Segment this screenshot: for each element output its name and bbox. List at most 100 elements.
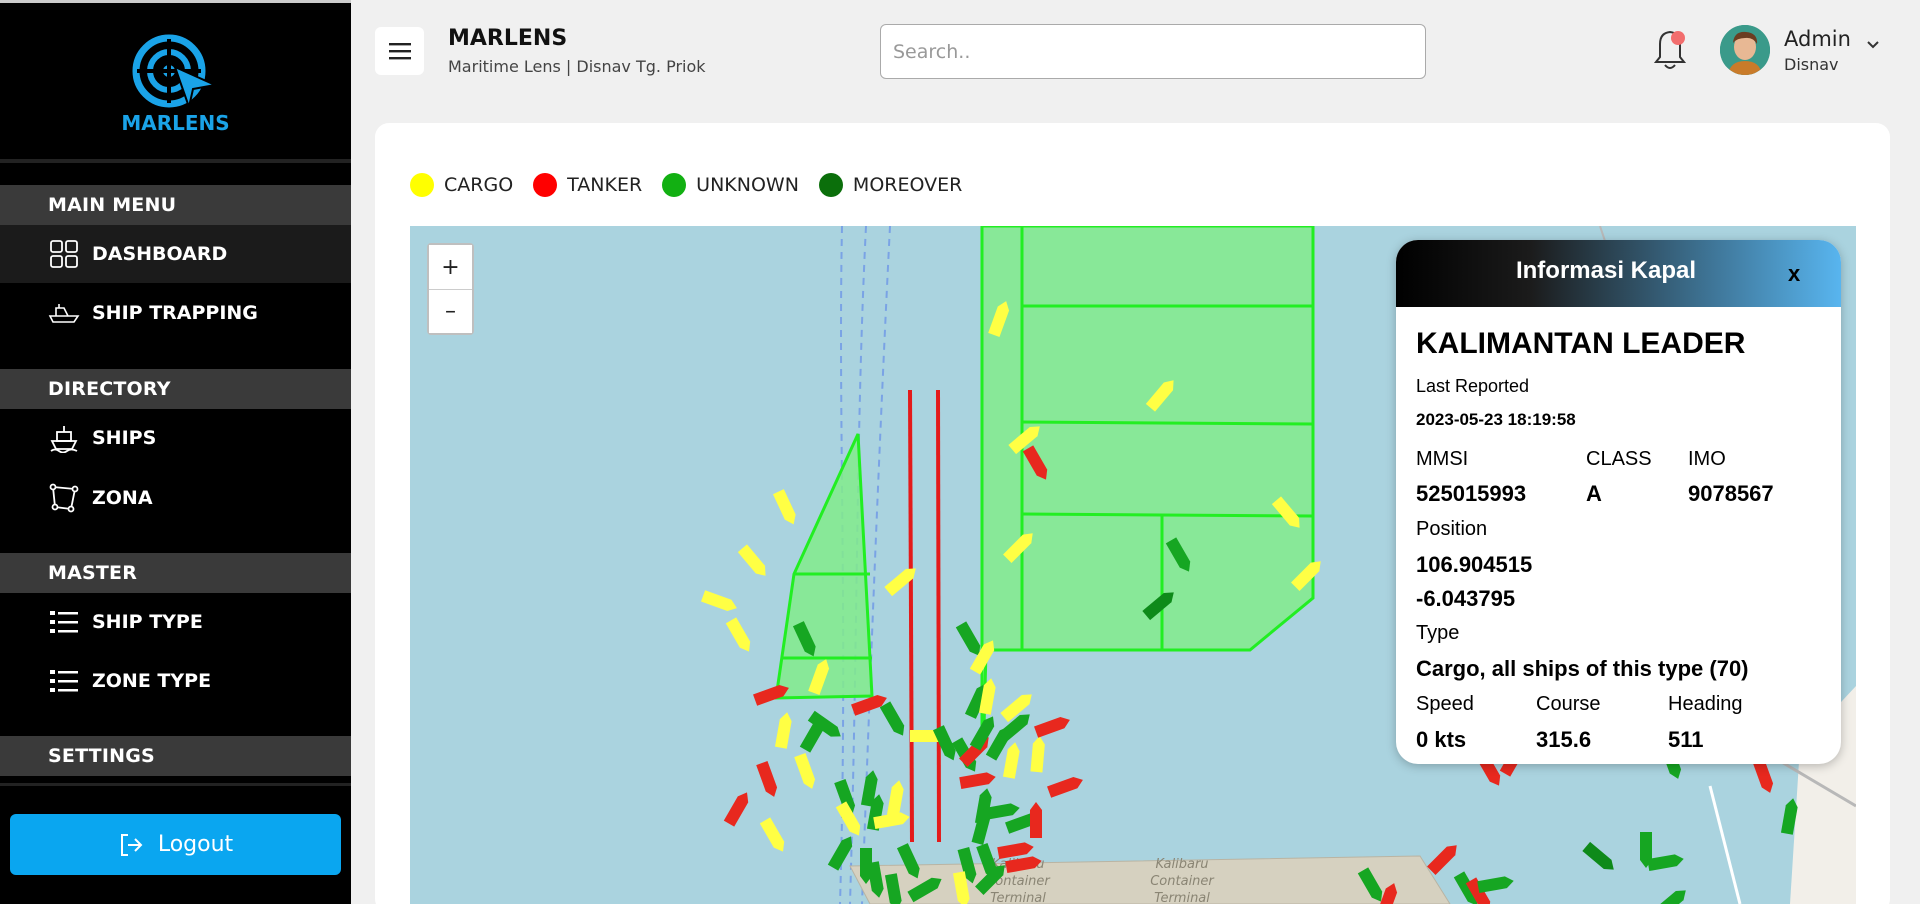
section-title: DIRECTORY xyxy=(48,378,171,400)
section-directory: DIRECTORY xyxy=(0,369,351,409)
marlens-logo-icon xyxy=(132,34,217,109)
map-road xyxy=(1708,785,1742,904)
terminal-label: Kalibaru xyxy=(1155,857,1208,872)
ship-marker[interactable] xyxy=(1034,714,1072,738)
ship-name: KALIMANTAN LEADER xyxy=(1416,327,1746,360)
course-value: 315.6 xyxy=(1536,727,1592,752)
barrier-line xyxy=(936,389,941,843)
ship-marker[interactable] xyxy=(1427,841,1461,875)
ship-marker[interactable] xyxy=(1030,736,1045,773)
type-value: Cargo, all ships of this type (70) xyxy=(1416,656,1749,681)
heading-label: Heading xyxy=(1668,693,1743,715)
ship-marker[interactable] xyxy=(886,779,905,817)
avatar[interactable] xyxy=(1720,25,1770,75)
terminal-label: Terminal xyxy=(1154,891,1210,904)
ship-icon xyxy=(48,423,80,453)
legend-item-unknown: UNKNOWN xyxy=(662,173,799,197)
ship-marker[interactable] xyxy=(1582,841,1617,874)
ship-marker[interactable] xyxy=(1002,741,1021,779)
sidebar-item-zona[interactable]: ZONA xyxy=(0,469,351,527)
last-reported-label: Last Reported xyxy=(1416,376,1530,396)
polygon-icon xyxy=(48,483,80,513)
notification-button[interactable] xyxy=(1649,24,1691,72)
section-title: MASTER xyxy=(48,562,138,584)
ship-marker[interactable] xyxy=(772,489,799,527)
divider xyxy=(0,159,351,163)
heading-value: 511 xyxy=(1668,727,1704,752)
section-title: SETTINGS xyxy=(48,745,155,767)
legend-label: TANKER xyxy=(567,174,643,196)
dashboard-icon xyxy=(48,239,80,269)
zone-port-basin xyxy=(980,226,1315,730)
sidebar-item-zone-type[interactable]: ZONE TYPE xyxy=(0,652,351,710)
brand: MARLENS xyxy=(0,3,351,158)
sidebar-item-ships[interactable]: SHIPS xyxy=(0,409,351,467)
mmsi-label: MMSI xyxy=(1416,448,1469,470)
hamburger-menu-button[interactable] xyxy=(375,27,424,75)
section-main-menu: MAIN MENU xyxy=(0,185,351,225)
ship-marker[interactable] xyxy=(759,817,788,854)
imo-label: IMO xyxy=(1688,448,1726,470)
ship-marker[interactable] xyxy=(959,771,997,790)
barrier-line xyxy=(908,389,914,843)
ship-marker[interactable] xyxy=(1647,853,1685,872)
ship-marker[interactable] xyxy=(756,761,780,799)
ship-marker[interactable] xyxy=(723,789,752,827)
sidebar-item-label: SHIP TYPE xyxy=(92,611,203,633)
ship-marker[interactable] xyxy=(794,753,818,791)
zoom-out-button[interactable]: – xyxy=(429,289,472,333)
ship-marker[interactable] xyxy=(774,711,793,749)
sidebar-item-ship-trapping[interactable]: SHIP TRAPPING xyxy=(0,284,351,342)
mmsi-value: 525015993 xyxy=(1416,481,1527,506)
user-role: Disnav xyxy=(1784,55,1839,74)
imo-value: 9078567 xyxy=(1688,481,1774,506)
sidebar-item-ship-type[interactable]: SHIP TYPE xyxy=(0,593,351,651)
legend-swatch xyxy=(818,173,843,197)
zoom-in-button[interactable]: + xyxy=(429,245,472,289)
close-button[interactable]: x xyxy=(1788,261,1800,287)
class-value: A xyxy=(1586,481,1602,506)
position-label: Position xyxy=(1416,518,1488,540)
terminal-label: Container xyxy=(1150,874,1215,889)
chevron-down-icon[interactable] xyxy=(1866,40,1880,50)
section-master: MASTER xyxy=(0,553,351,593)
sidebar-item-label: ZONE TYPE xyxy=(92,670,212,692)
popup-header: Informasi Kapal x xyxy=(1396,240,1841,307)
logout-button[interactable]: Logout xyxy=(10,814,341,875)
ship-trapping-icon xyxy=(48,298,80,328)
class-label: CLASS xyxy=(1586,448,1652,470)
ship-marker[interactable] xyxy=(725,617,754,654)
popup-title: Informasi Kapal xyxy=(1515,257,1697,284)
sidebar-item-dashboard[interactable]: DASHBOARD xyxy=(0,225,351,283)
ship-marker[interactable] xyxy=(884,564,919,597)
legend-label: UNKNOWN xyxy=(696,174,799,196)
speed-value: 0 kts xyxy=(1416,727,1467,752)
legend-item-moreover: MOREOVER xyxy=(818,173,963,197)
legend-swatch xyxy=(662,173,687,197)
ship-marker[interactable] xyxy=(1047,774,1085,798)
legend-item-cargo: CARGO xyxy=(410,173,513,197)
ship-marker[interactable] xyxy=(1030,802,1042,838)
ship-marker[interactable] xyxy=(701,590,739,614)
logout-icon xyxy=(120,833,143,856)
legend-swatch xyxy=(533,173,558,197)
sidebar-item-label: SHIP TRAPPING xyxy=(92,302,258,324)
legend-item-tanker: TANKER xyxy=(533,173,642,197)
legend-label: CARGO xyxy=(444,174,514,196)
section-settings: SETTINGS xyxy=(0,736,351,776)
ship-marker[interactable] xyxy=(737,544,770,579)
ship-marker[interactable] xyxy=(1477,875,1515,894)
sidebar-item-label: DASHBOARD xyxy=(92,243,228,265)
sidebar-item-label: ZONA xyxy=(92,487,153,509)
hamburger-icon xyxy=(388,43,411,60)
ship-marker[interactable] xyxy=(1654,886,1689,904)
list-icon xyxy=(48,607,80,637)
ship-marker[interactable] xyxy=(879,701,908,738)
ship-info-popup: Informasi Kapal x KALIMANTAN LEADER Last… xyxy=(1396,240,1841,764)
divider xyxy=(0,783,351,786)
user-name: Admin xyxy=(1784,27,1851,51)
legend-label: MOREOVER xyxy=(852,174,963,196)
search-input[interactable] xyxy=(880,24,1426,79)
sidebar: MARLENS MAIN MENU DASHBOARD SHIP TRAPPIN… xyxy=(0,0,351,904)
app-title: MARLENS xyxy=(448,26,568,51)
